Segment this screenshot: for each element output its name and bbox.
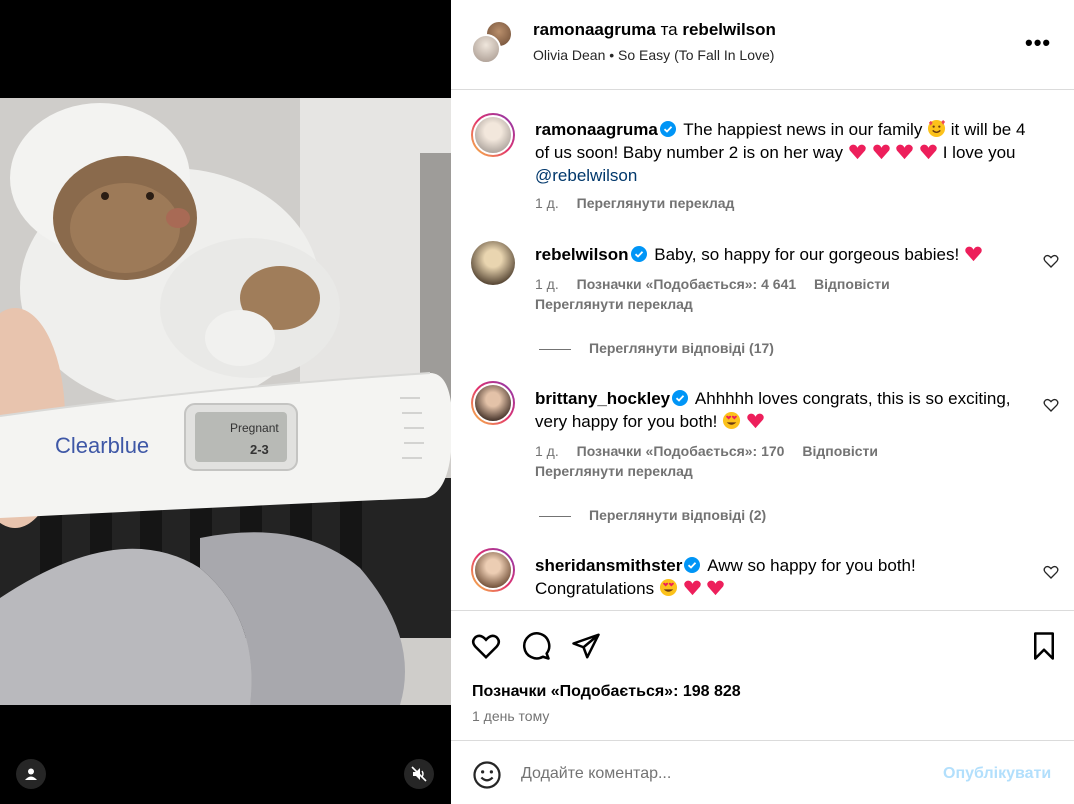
avatar[interactable] (471, 241, 515, 285)
share-send-icon[interactable] (571, 631, 601, 661)
header-title: ramonaagruma та rebelwilson (533, 20, 776, 40)
comment-body: Congratulations (535, 579, 655, 598)
translate-link[interactable]: Переглянути переклад (535, 296, 693, 312)
comment-text: brittany_hockley Ahhhhh loves congrats, … (535, 387, 1035, 433)
avatar[interactable] (471, 113, 515, 157)
user-tag-button[interactable] (16, 759, 46, 789)
comment-meta: 1 д. Позначки «Подобається»: 4 641 Відпо… (535, 276, 904, 292)
save-bookmark-icon[interactable] (1029, 631, 1059, 661)
heart-emoji-row (848, 143, 943, 162)
post-actions: Позначки «Подобається»: 198 828 1 день т… (451, 610, 1074, 740)
comment-likes[interactable]: Позначки «Подобається»: 4 641 (577, 276, 797, 292)
comment-time: 1 д. (535, 276, 559, 292)
verified-badge-icon (630, 246, 647, 262)
translate-link[interactable]: Переглянути переклад (577, 195, 735, 211)
comment-username[interactable]: sheridansmithster (535, 556, 682, 575)
reply-link[interactable]: Відповісти (802, 443, 878, 459)
test-weeks-text: 2-3 (250, 442, 269, 457)
add-comment-bar: Опублікувати (451, 740, 1074, 804)
post-panel: ramonaagruma та rebelwilson Olivia Dean … (451, 0, 1074, 804)
caption-part: I love you (942, 143, 1016, 162)
verified-badge-icon (659, 121, 676, 137)
avatar[interactable] (471, 548, 515, 592)
like-comment-heart-icon[interactable] (1043, 397, 1059, 413)
avatar (471, 34, 501, 64)
heart-icon (683, 580, 701, 596)
audio-muted-icon (411, 766, 427, 782)
replies-divider (539, 348, 571, 350)
post-time[interactable]: 1 день тому (472, 708, 549, 724)
comment-time: 1 д. (535, 195, 559, 211)
heart-icon (965, 246, 982, 262)
translate-link[interactable]: Переглянути переклад (535, 463, 693, 479)
heart-icon (707, 580, 725, 596)
post-photo[interactable]: Pregnant 2-3 Clearblue (0, 98, 451, 705)
comment-text: rebelwilson Baby, so happy for our gorge… (535, 243, 1035, 266)
comment-icon[interactable] (521, 631, 551, 661)
heart-icon (849, 144, 866, 160)
comment-body: Baby, so happy for our gorgeous babies! (654, 245, 960, 264)
comment-username[interactable]: ramonaagruma (535, 120, 658, 139)
comment-time: 1 д. (535, 443, 559, 459)
emoji-picker-icon[interactable] (472, 760, 502, 790)
mention-link[interactable]: @rebelwilson (535, 166, 637, 185)
view-replies-label: Переглянути відповіді (17) (589, 340, 774, 356)
caption-part: The happiest news in our family (683, 120, 923, 139)
header-conjunction: та (660, 20, 678, 39)
like-comment-heart-icon[interactable] (1043, 564, 1059, 580)
heart-eyes-icon (659, 578, 677, 597)
view-replies-button[interactable]: Переглянути відповіді (2) (539, 507, 766, 523)
comment-username[interactable]: brittany_hockley (535, 389, 670, 408)
smiling-face-with-hearts-icon (927, 119, 946, 138)
user-tag-icon (25, 768, 37, 780)
heart-icon (920, 144, 937, 160)
view-replies-label: Переглянути відповіді (2) (589, 507, 767, 523)
collab-avatars[interactable] (471, 20, 515, 64)
avatar[interactable] (471, 381, 515, 425)
test-brand-text: Clearblue (55, 433, 149, 458)
like-heart-icon[interactable] (471, 631, 501, 661)
comment-username[interactable]: rebelwilson (535, 245, 629, 264)
comment-likes[interactable]: Позначки «Подобається»: 170 (577, 443, 785, 459)
post-likes-count[interactable]: Позначки «Подобається»: 198 828 (472, 683, 741, 701)
header-user2-link[interactable]: rebelwilson (682, 20, 776, 39)
comment-meta: 1 д. Позначки «Подобається»: 170 Відпові… (535, 443, 892, 459)
post-header: ramonaagruma та rebelwilson Olivia Dean … (451, 0, 1074, 90)
post-media: Pregnant 2-3 Clearblue (0, 0, 451, 804)
mute-button[interactable] (404, 759, 434, 789)
comment-text: sheridansmithster Aww so happy for you b… (535, 554, 1035, 600)
more-horizontal-icon: ••• (1025, 30, 1052, 55)
reply-link[interactable]: Відповісти (814, 276, 890, 292)
comment-body: Aww so happy for you both! (707, 556, 916, 575)
test-result-text: Pregnant (230, 421, 279, 435)
publish-button[interactable]: Опублікувати (943, 765, 1051, 783)
caption-text: ramonaagruma The happiest news in our fa… (535, 118, 1035, 187)
heart-icon (896, 144, 913, 160)
audio-link[interactable]: Olivia Dean • So Easy (To Fall In Love) (533, 47, 774, 63)
more-options-button[interactable]: ••• (1025, 30, 1051, 56)
heart-icon (872, 144, 890, 160)
comment-input[interactable] (521, 759, 921, 789)
heart-icon (747, 413, 764, 429)
comments-list[interactable]: ramonaagruma The happiest news in our fa… (451, 91, 1074, 610)
verified-badge-icon (672, 390, 689, 406)
replies-divider (539, 515, 571, 517)
header-user1-link[interactable]: ramonaagruma (533, 20, 656, 39)
verified-badge-icon (684, 557, 701, 573)
view-replies-button[interactable]: Переглянути відповіді (17) (539, 340, 774, 356)
like-comment-heart-icon[interactable] (1043, 253, 1059, 269)
heart-eyes-icon (723, 411, 741, 430)
comment-meta: 1 д. Переглянути переклад (535, 195, 748, 211)
